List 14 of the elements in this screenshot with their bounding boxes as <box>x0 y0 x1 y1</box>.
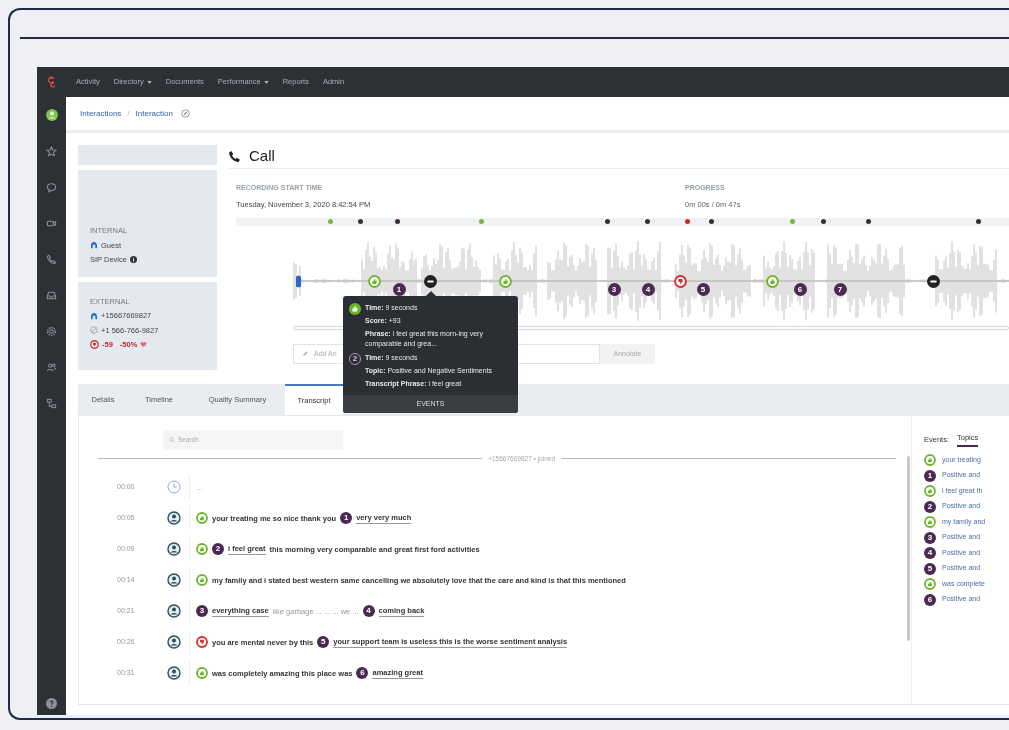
page-title: Call <box>249 146 275 167</box>
breadcrumb-separator: / <box>127 107 130 120</box>
topic-badge: 6 <box>356 667 369 680</box>
topic-badge: 1 <box>924 469 936 482</box>
topic-badge: 6 <box>924 593 936 606</box>
topic-badge: 5 <box>924 562 936 575</box>
topic-badge: 3 <box>924 531 936 544</box>
topic-badge: 5 <box>317 636 330 649</box>
topic-badge: 2 <box>212 543 224 556</box>
topic-badge: 2 <box>924 500 936 513</box>
topic-badge: 1 <box>340 512 353 525</box>
topic-badge: 3 <box>196 605 208 618</box>
topic-badge: 4 <box>362 605 375 618</box>
topic-badge: 4 <box>924 547 936 559</box>
